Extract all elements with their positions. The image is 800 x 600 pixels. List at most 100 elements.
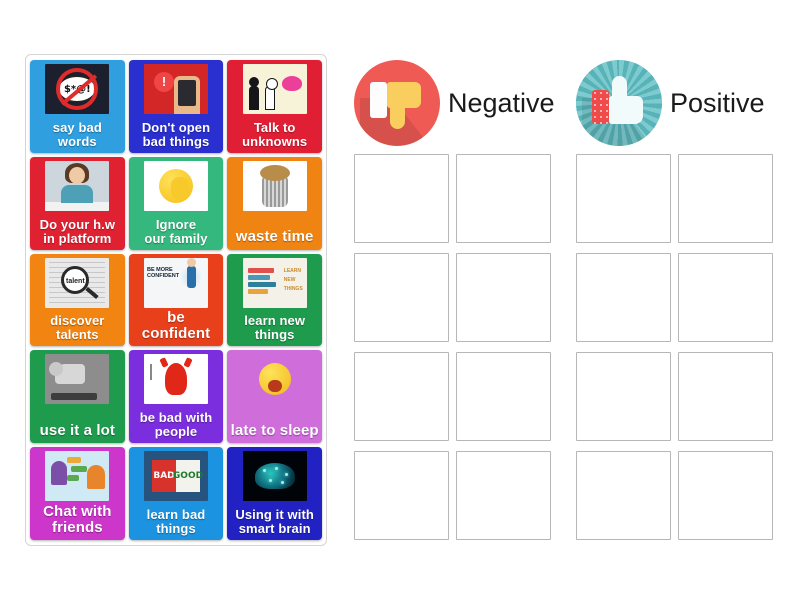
chat-bubble: [67, 475, 80, 482]
book-shape: [247, 267, 274, 273]
thumbs-down-thumb: [390, 105, 405, 129]
tile-label: discover talents: [50, 313, 105, 343]
body-shape: [61, 184, 94, 203]
drop-slot[interactable]: [456, 253, 551, 342]
tile-image: [242, 451, 307, 502]
tile-label: late to sleep: [230, 422, 319, 439]
thumbs-down-cuff: [370, 82, 387, 118]
learn-text: LEARN NEW THINGS: [283, 267, 303, 292]
tile-item[interactable]: Using it with smart brain: [227, 447, 322, 540]
thumbs-up-hand: [609, 96, 643, 124]
book-shape: [247, 288, 268, 294]
drop-slot[interactable]: [576, 451, 671, 540]
brain-shape: [254, 463, 295, 490]
tile-label: Talk to unknowns: [242, 119, 308, 149]
warning-badge: !: [153, 72, 174, 92]
tile-grid: $*@! say bad words! Don't open bad things T…: [30, 60, 322, 540]
tile-image: BE MORE CONFIDENT: [143, 257, 208, 308]
tile-item[interactable]: late to sleep: [227, 350, 322, 444]
tile-image: [143, 354, 208, 405]
emoji-face: [158, 168, 193, 203]
thumbs-up-thumb: [612, 76, 627, 100]
tile-item[interactable]: LEARN NEW THINGS learn new things: [227, 253, 322, 347]
tile-label: Chat with friends: [43, 502, 112, 536]
drop-slot[interactable]: [456, 352, 551, 441]
category-negative-slots: [354, 154, 555, 540]
tile-image: LEARN NEW THINGS: [242, 257, 307, 308]
category-negative: Negative: [354, 60, 555, 540]
tile-bank-panel: $*@! say bad words! Don't open bad things T…: [25, 54, 327, 546]
drop-slot[interactable]: [456, 154, 551, 243]
book-shape: [247, 274, 270, 280]
drop-slot[interactable]: [354, 352, 449, 441]
tile-label: Do your h.w in platform: [39, 216, 116, 246]
tile-image: [45, 354, 110, 405]
palm-shape: [170, 176, 189, 199]
laptop-shape: [51, 393, 98, 401]
category-negative-title: Negative: [448, 87, 555, 118]
tile-label: learn bad things: [146, 506, 206, 536]
drop-slot[interactable]: [678, 154, 773, 243]
be-more-confident-text: BE MORE CONFIDENT: [146, 266, 180, 280]
tile-item[interactable]: Chat with friends: [30, 447, 125, 540]
tile-item[interactable]: BE MORE CONFIDENT be confident: [128, 253, 224, 347]
category-positive: Positive: [576, 60, 773, 540]
tile-image: BAD GOOD: [143, 451, 208, 502]
tile-item[interactable]: ! Don't open bad things: [128, 60, 224, 153]
devil-shape: [164, 363, 187, 396]
tile-item[interactable]: be bad with people: [128, 350, 224, 444]
drop-slot[interactable]: [354, 451, 449, 540]
tile-image: [242, 64, 307, 114]
drop-slot[interactable]: [354, 253, 449, 342]
tile-image: $*@!: [45, 64, 110, 114]
stranger-figure: [248, 77, 259, 110]
sorting-activity-page: $*@! say bad words! Don't open bad things T…: [0, 0, 800, 600]
thumbs-up-icon: [576, 60, 662, 146]
tile-label: Don't open bad things: [141, 119, 211, 149]
tile-image: [45, 160, 110, 211]
drop-slot[interactable]: [456, 451, 551, 540]
tile-image: [242, 160, 307, 211]
tile-label: use it a lot: [39, 422, 116, 439]
category-positive-header: Positive: [576, 60, 773, 146]
category-negative-header: Negative: [354, 60, 555, 146]
drop-slot[interactable]: [576, 352, 671, 441]
good-sign: GOOD: [173, 460, 203, 493]
thumbs-down-icon: [354, 60, 440, 146]
tile-image: talent: [45, 257, 110, 308]
tile-image: [143, 160, 208, 211]
drop-slot[interactable]: [576, 253, 671, 342]
trash-can: [261, 176, 288, 207]
tile-label: say bad words: [52, 119, 102, 149]
pig-shape: [281, 76, 302, 91]
tile-label: be bad with people: [139, 410, 213, 440]
tile-label: waste time: [235, 228, 314, 246]
tile-item[interactable]: BAD GOOD learn bad things: [128, 447, 224, 540]
emoji-face: [258, 363, 291, 396]
chat-bubble: [67, 457, 82, 464]
drop-slot[interactable]: [354, 154, 449, 243]
tile-label: Ignore our family: [144, 216, 208, 246]
tile-item[interactable]: use it a lot: [30, 350, 125, 444]
mouth-shape: [267, 380, 282, 393]
tile-item[interactable]: talent discover talents: [30, 253, 125, 347]
desk-shape: [45, 201, 110, 211]
tile-image: [242, 354, 307, 405]
drop-slot[interactable]: [576, 154, 671, 243]
tile-item[interactable]: Do your h.w in platform: [30, 156, 125, 250]
tile-image: !: [143, 64, 208, 114]
drop-slot[interactable]: [678, 352, 773, 441]
drop-slot[interactable]: [678, 451, 773, 540]
tile-item[interactable]: waste time: [227, 156, 322, 250]
person-shape: [51, 461, 68, 486]
tile-item[interactable]: Ignore our family: [128, 156, 224, 250]
prohibition-slash: [56, 68, 99, 110]
tile-item[interactable]: Talk to unknowns: [227, 60, 322, 153]
pitchfork-shape: [149, 364, 152, 381]
drop-slot[interactable]: [678, 253, 773, 342]
person-shape: [87, 465, 106, 490]
tile-label: Using it with smart brain: [235, 506, 314, 536]
thumbs-up-cuff: [592, 90, 609, 124]
tile-item[interactable]: $*@! say bad words: [30, 60, 125, 153]
tile-image: [45, 451, 110, 502]
